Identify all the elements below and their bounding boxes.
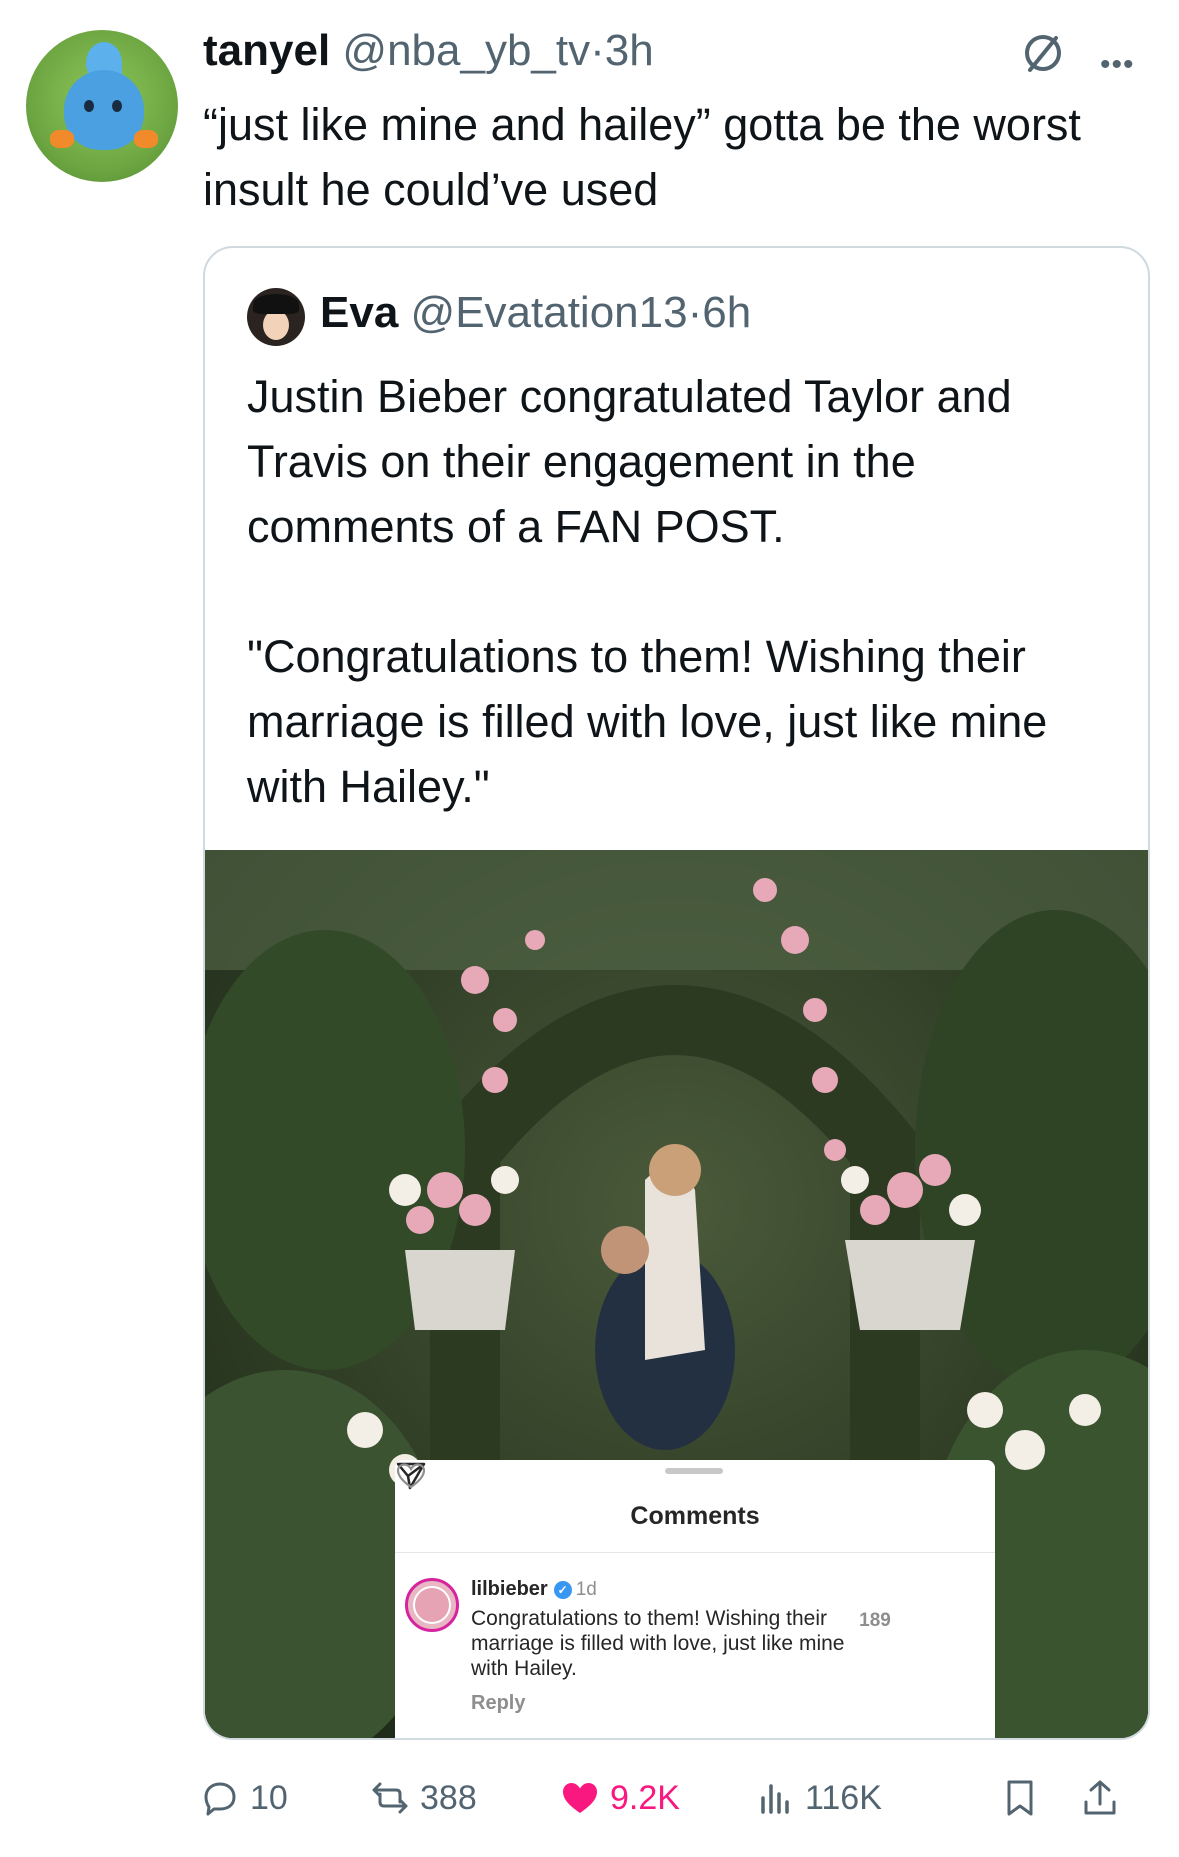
quoted-author-handle[interactable]: @Evatation13 [411,288,688,337]
commenter-avatar [405,1578,459,1632]
author-name[interactable]: tanyel [203,26,330,75]
tweet-time[interactable]: 3h [605,26,654,75]
author-handle[interactable]: @nba_yb_tv [342,26,590,75]
comment-time: 1d [575,1579,597,1600]
views-icon [761,1784,789,1814]
views-count: 116K [805,1778,882,1817]
bookmark-icon [1007,1780,1033,1816]
reply-label: Reply [471,1692,526,1714]
quoted-author-name[interactable]: Eva [320,288,398,337]
comment-text: Congratulations to them! Wishing their m… [471,1607,845,1680]
share-button[interactable] [1080,1768,1130,1828]
quoted-text: Justin Bieber congratulated Taylor and T… [247,364,1117,819]
like-button[interactable]: 9.2K [560,1768,680,1828]
commenter-line: lilbieber ✓ 1d [471,1578,597,1601]
quoted-paragraph: Justin Bieber congratulated Taylor and T… [247,371,1012,552]
more-icon[interactable]: ••• [1100,48,1135,82]
comment-likes: 189 [859,1610,891,1631]
action-bar: 10 388 9.2K 116K [200,1768,1160,1828]
reply-icon [204,1782,236,1816]
repost-icon [372,1782,408,1814]
quoted-tweet[interactable]: Eva @Evatation13·6h Justin Bieber congra… [203,246,1150,1740]
bookmark-button[interactable] [1000,1768,1050,1828]
repost-count: 388 [420,1778,477,1817]
commenter-name: lilbieber [471,1578,548,1600]
avatar-cheek [134,130,158,148]
verified-icon: ✓ [553,1580,572,1599]
quoted-time[interactable]: 6h [702,288,751,337]
author-avatar[interactable] [26,30,178,182]
avatar-face [263,310,289,340]
grok-icon[interactable] [1020,30,1066,76]
avatar-eye [84,100,94,112]
meta-separator: · [687,288,703,337]
quoted-paragraph: "Congratulations to them! Wishing their … [247,631,1048,812]
views-button[interactable]: 116K [755,1768,882,1828]
avatar-eye [112,100,122,112]
drag-handle [665,1468,723,1474]
divider [395,1552,995,1553]
avatar-hat [253,294,299,314]
reply-count: 10 [250,1778,288,1817]
avatar-cheek [50,130,74,148]
tweet-text: “just like mine and hailey” gotta be the… [203,99,1081,215]
heart-icon [563,1783,597,1813]
instagram-comments-panel: Comments lilbieber ✓ 1d Congratulations to… [395,1460,995,1738]
ig-heart-icon [396,1463,426,1489]
tweet-header: tanyel @nba_yb_tv·3h [203,26,654,76]
avatar-figure [64,70,144,150]
share-icon [1084,1780,1116,1815]
meta-separator: · [590,26,605,75]
reply-button[interactable]: 10 [200,1768,288,1828]
quoted-header: Eva @Evatation13·6h [320,288,751,338]
repost-button[interactable]: 388 [370,1768,477,1828]
panel-title: Comments [630,1502,760,1530]
quoted-photo[interactable]: Comments lilbieber ✓ 1d Congratulations to… [205,850,1148,1738]
quoted-author-avatar[interactable] [247,288,305,346]
like-count: 9.2K [610,1778,680,1817]
